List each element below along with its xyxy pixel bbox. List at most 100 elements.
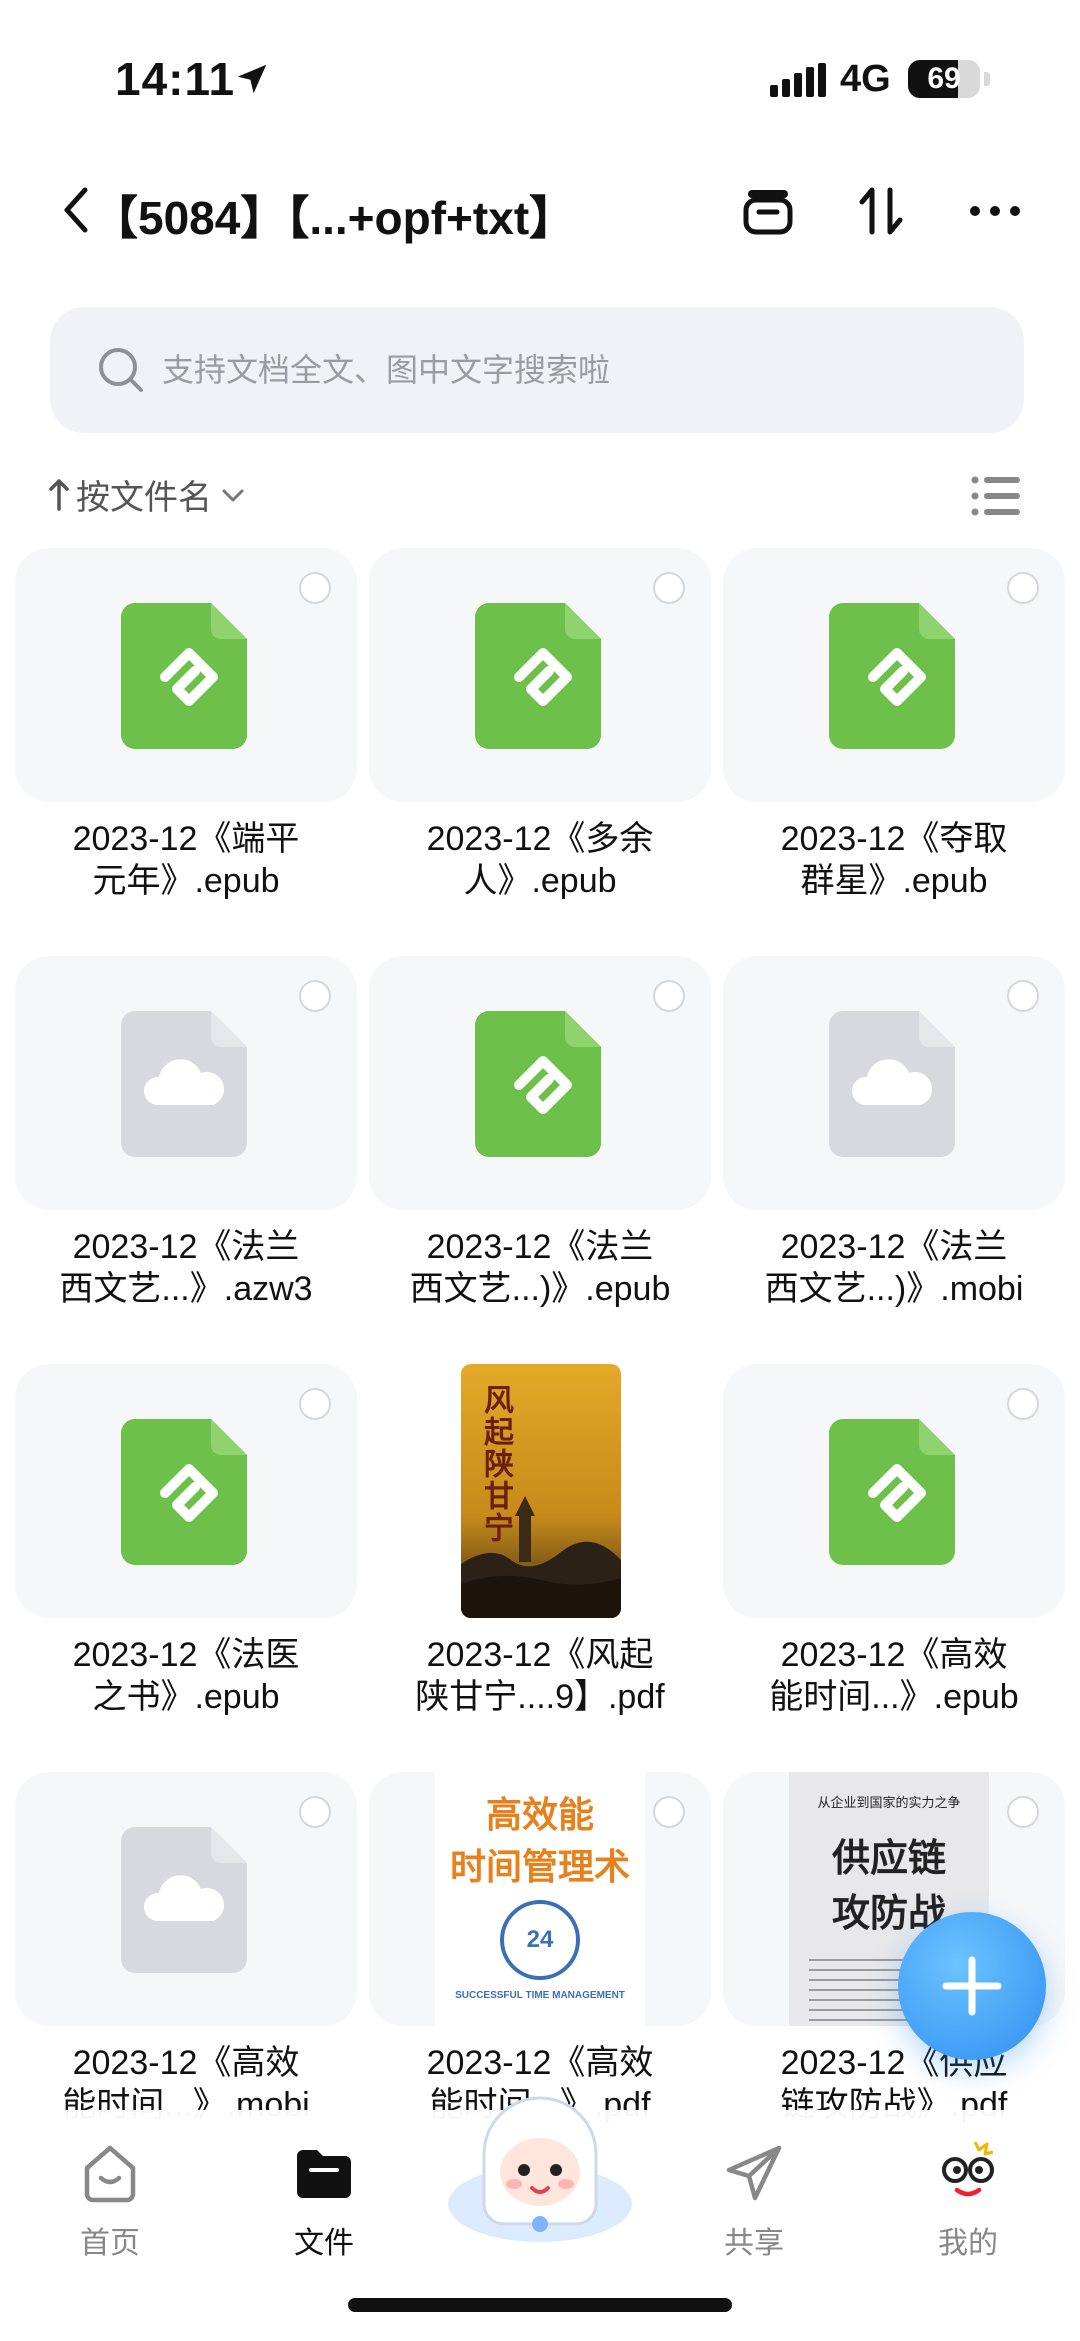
file-item[interactable]: 风起陕甘宁 2023-12《风起 陕甘宁....9】.pdf (369, 1364, 711, 1772)
file-name: 2023-12《法兰 西文艺...)》.epub (409, 1228, 671, 1308)
network-label: 4G (840, 58, 891, 100)
cover-top-text: 从企业到国家的实力之争 (817, 1795, 961, 1810)
file-name: 2023-12《夺取 群星》.epub (780, 820, 1008, 900)
mascot-icon[interactable] (440, 2074, 640, 2254)
sort-by-name-button[interactable]: 按文件名 (48, 470, 248, 519)
select-checkbox[interactable] (1007, 1388, 1039, 1420)
book-cover-thumbnail: 高效能 时间管理术 24 SUCCESSFUL TIME MANAGEMENT (435, 1772, 645, 2026)
search-icon (99, 348, 143, 392)
cloud-file-icon (121, 1827, 247, 1973)
cover-title: 风起陕甘宁 (479, 1384, 512, 1544)
add-button[interactable] (898, 1912, 1046, 2060)
tab-share-label: 共享 (724, 2227, 784, 2260)
select-checkbox[interactable] (1007, 1796, 1039, 1828)
sort-order-button[interactable] (848, 178, 914, 244)
select-checkbox[interactable] (653, 1796, 685, 1828)
header: 【5084】【...+opf+txt】 (0, 160, 1080, 270)
file-tile (723, 956, 1065, 1210)
file-tile (369, 956, 711, 1210)
file-item[interactable]: 2023-12《法兰 西文艺...)》.epub (369, 956, 711, 1364)
file-tile (723, 1364, 1065, 1618)
file-name: 2023-12《高效 能时间...》.epub (769, 1636, 1019, 1716)
more-icon (970, 206, 1020, 216)
epub-icon (475, 603, 601, 749)
file-item[interactable]: 2023-12《多余 人》.epub (369, 548, 711, 956)
archive-button[interactable] (735, 178, 801, 244)
cover-subtitle: SUCCESSFUL TIME MANAGEMENT (455, 1990, 625, 2001)
location-arrow-icon (237, 64, 267, 94)
file-name: 2023-12《法兰 西文艺...》.azw3 (59, 1228, 313, 1308)
cover-title: 高效能 (485, 1794, 594, 1835)
battery-icon: 69 (908, 60, 980, 98)
stopwatch-icon: 24 (500, 1900, 580, 1980)
select-checkbox[interactable] (653, 980, 685, 1012)
file-tile (15, 1364, 357, 1618)
file-tile (15, 956, 357, 1210)
plus-icon (942, 1956, 1002, 2016)
search-bar (50, 307, 1024, 433)
epub-icon (121, 603, 247, 749)
home-indicator (348, 2298, 732, 2312)
epub-icon (121, 1419, 247, 1565)
select-checkbox[interactable] (653, 572, 685, 604)
file-tile (15, 1772, 357, 2026)
file-item[interactable]: 2023-12《法兰 西文艺...)》.mobi (723, 956, 1065, 1364)
tab-profile[interactable]: 我的 (888, 2140, 1048, 2290)
cloud-file-icon (829, 1011, 955, 1157)
file-tile (369, 548, 711, 802)
arrow-up-icon (49, 478, 69, 511)
file-item[interactable]: 2023-12《高效 能时间...》.epub (723, 1364, 1065, 1772)
select-checkbox[interactable] (299, 572, 331, 604)
more-button[interactable] (962, 178, 1028, 244)
file-tile (723, 548, 1065, 802)
file-item[interactable]: 2023-12《夺取 群星》.epub (723, 548, 1065, 956)
page-title: 【5084】【...+opf+txt】 (92, 192, 576, 244)
battery-level: 69 (927, 62, 961, 95)
status-bar: 14:11 4G 69 (0, 0, 1080, 150)
file-name: 2023-12《风起 陕甘宁....9】.pdf (415, 1636, 665, 1716)
archive-icon (743, 190, 793, 235)
file-name: 2023-12《法兰 西文艺...)》.mobi (764, 1228, 1024, 1308)
list-view-icon[interactable] (970, 474, 1022, 518)
file-item[interactable]: 2023-12《法医 之书》.epub (15, 1364, 357, 1772)
cover-number: 24 (526, 1926, 554, 1953)
book-cover-thumbnail: 风起陕甘宁 (461, 1364, 621, 1618)
tab-share[interactable]: 共享 (674, 2140, 834, 2290)
select-checkbox[interactable] (299, 980, 331, 1012)
send-icon (726, 2145, 782, 2201)
file-item[interactable]: 2023-12《法兰 西文艺...》.azw3 (15, 956, 357, 1364)
chevron-down-icon (222, 489, 244, 501)
file-tile (15, 548, 357, 802)
select-checkbox[interactable] (1007, 980, 1039, 1012)
select-checkbox[interactable] (299, 1796, 331, 1828)
tab-profile-label: 我的 (938, 2227, 998, 2260)
cover-title: 供应链 (831, 1838, 946, 1880)
tab-home-label: 首页 (80, 2227, 140, 2260)
back-icon[interactable] (55, 180, 95, 240)
file-name: 2023-12《法医 之书》.epub (72, 1636, 300, 1716)
file-item[interactable]: 2023-12《端平 元年》.epub (15, 548, 357, 956)
tab-home[interactable]: 首页 (30, 2140, 190, 2290)
file-tile: 风起陕甘宁 (369, 1364, 711, 1618)
signal-icon (770, 63, 826, 97)
file-name: 2023-12《端平 元年》.epub (72, 820, 300, 900)
file-tile: 高效能 时间管理术 24 SUCCESSFUL TIME MANAGEMENT (369, 1772, 711, 2026)
epub-icon (829, 1419, 955, 1565)
folder-icon (297, 2150, 351, 2198)
sort-label: 按文件名 (76, 479, 212, 517)
select-checkbox[interactable] (299, 1388, 331, 1420)
file-name: 2023-12《多余 人》.epub (426, 820, 654, 900)
search-input[interactable] (162, 307, 982, 433)
cloud-file-icon (121, 1011, 247, 1157)
tab-files[interactable]: 文件 (244, 2140, 404, 2290)
cover-title-2: 时间管理术 (449, 1846, 630, 1887)
epub-icon (829, 603, 955, 749)
home-icon (84, 2145, 136, 2203)
battery-cap (984, 72, 990, 86)
sort-row: 按文件名 (0, 460, 1080, 530)
epub-icon (475, 1011, 601, 1157)
profile-icon (942, 2141, 994, 2197)
select-checkbox[interactable] (1007, 572, 1039, 604)
tab-files-label: 文件 (294, 2227, 354, 2260)
status-time: 14:11 (115, 53, 236, 105)
